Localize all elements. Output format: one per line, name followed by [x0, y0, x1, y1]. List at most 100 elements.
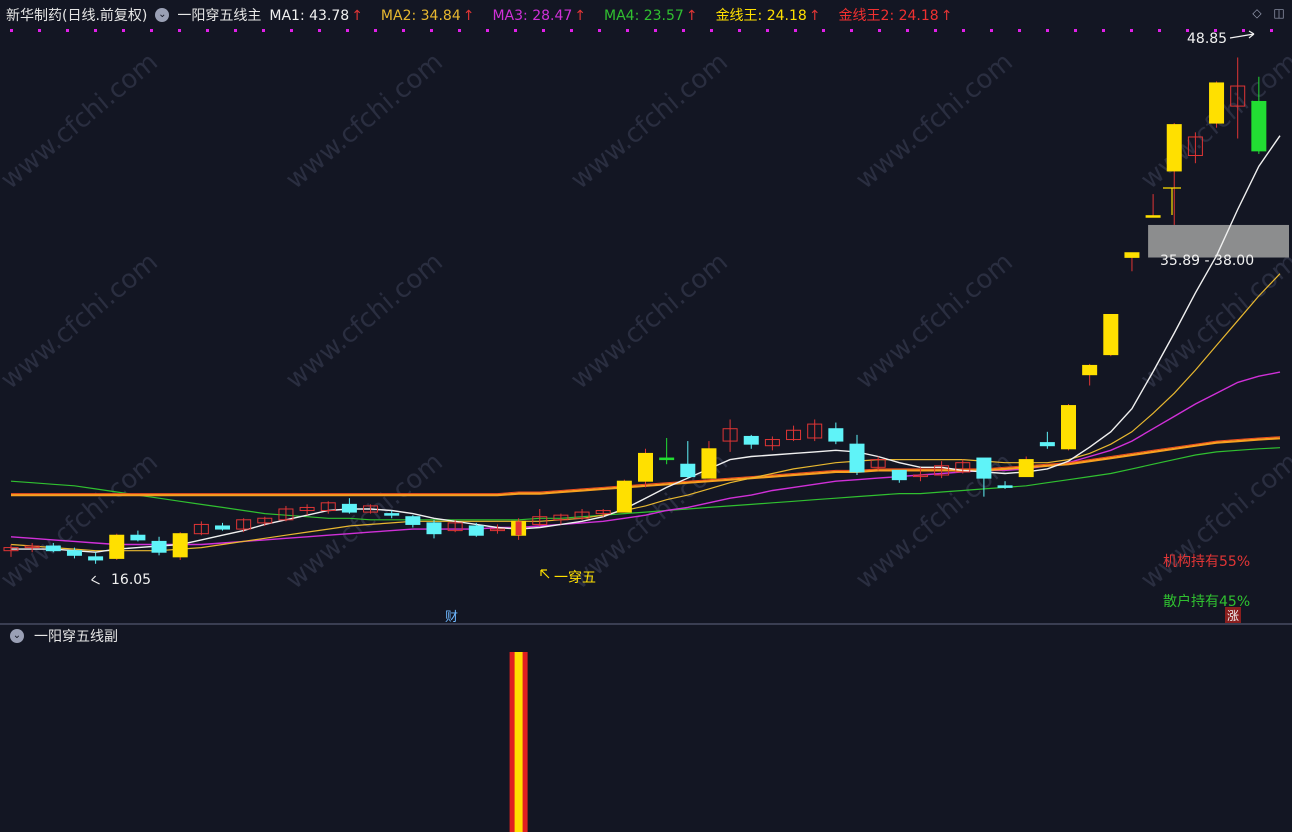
signal-dot — [290, 29, 293, 32]
main-chart[interactable]: www.cfchi.com www.cfchi.com www.cfchi.com w… — [0, 0, 1292, 623]
signal-dot — [878, 29, 881, 32]
candle-body — [426, 522, 442, 535]
candle-body — [151, 540, 167, 553]
signal-dot — [934, 29, 937, 32]
candle-body — [701, 448, 717, 479]
signal-dot — [1102, 29, 1105, 32]
candle-body — [215, 525, 230, 530]
signal-dot — [682, 29, 685, 32]
signal-arrow-icon — [540, 569, 550, 579]
signal-dot — [626, 29, 629, 32]
candle-body — [1166, 124, 1182, 172]
signal-dot — [206, 29, 209, 32]
candle-body — [384, 513, 400, 516]
candle-body — [891, 469, 907, 481]
candle-body — [88, 556, 104, 561]
signal-dot — [1158, 29, 1161, 32]
candle-body — [849, 443, 865, 473]
signal-dot — [710, 29, 713, 32]
candle-body — [45, 545, 61, 552]
low-label: 16.05 — [111, 572, 152, 588]
signal-dot — [178, 29, 181, 32]
candle-body — [1145, 215, 1161, 218]
candle-body — [172, 533, 188, 558]
candle-body — [1251, 100, 1267, 152]
signal-dot — [66, 29, 69, 32]
watermark-text: www.cfchi.com — [565, 47, 734, 195]
signal-dot — [1130, 29, 1133, 32]
candle-body — [341, 503, 357, 513]
candle-body — [997, 485, 1013, 488]
range-label: 35.89 - 38.00 — [1160, 253, 1255, 269]
signal-dot — [794, 29, 797, 32]
candle-body — [743, 435, 759, 445]
candle-body — [1209, 82, 1225, 124]
signal-dot — [38, 29, 41, 32]
rise-badge[interactable]: 涨 — [1225, 607, 1242, 624]
signal-dot — [234, 29, 237, 32]
watermark-text: www.cfchi.com — [0, 47, 164, 195]
signal-candle-core — [515, 521, 522, 536]
high-label: 48.85 — [1187, 31, 1228, 47]
signal-dot — [850, 29, 853, 32]
candle-body — [1103, 313, 1119, 356]
watermark-text: www.cfchi.com — [850, 247, 1019, 395]
signal-dot — [346, 29, 349, 32]
watermark-text: www.cfchi.com — [565, 247, 734, 395]
signal-dot — [402, 29, 405, 32]
watermark-text: www.cfchi.com — [1135, 247, 1292, 395]
signal-dot — [122, 29, 125, 32]
signal-dot — [822, 29, 825, 32]
signal-dot — [430, 29, 433, 32]
candle-body — [638, 452, 653, 482]
candle-body — [109, 534, 125, 559]
watermark-text: www.cfchi.com — [1135, 447, 1292, 595]
signal-dot — [738, 29, 741, 32]
signal-dot — [486, 29, 489, 32]
candle-body — [1039, 442, 1055, 447]
candle-body — [976, 457, 992, 479]
candle-body — [468, 525, 484, 536]
signal-dot — [150, 29, 153, 32]
candle-body — [66, 550, 82, 556]
signal-dot — [10, 29, 13, 32]
candle-body — [1124, 252, 1140, 258]
signal-dot — [1270, 29, 1273, 32]
signal-dot — [318, 29, 321, 32]
candle-body — [828, 428, 844, 442]
signal-dot — [766, 29, 769, 32]
candle-body — [616, 480, 632, 513]
low-arrow-icon — [91, 575, 100, 585]
signal-dot — [962, 29, 965, 32]
signal-dot — [514, 29, 517, 32]
signal-dot — [906, 29, 909, 32]
watermark: www.cfchi.com www.cfchi.com www.cfchi.com w… — [0, 47, 1292, 595]
signal-dot — [542, 29, 545, 32]
candle-body — [680, 463, 696, 478]
signal-dot — [570, 29, 573, 32]
candle-body — [1082, 364, 1098, 376]
signal-dot — [374, 29, 377, 32]
level-marker-icon — [1163, 187, 1181, 215]
signal-dot — [1074, 29, 1077, 32]
sub-signal-bars — [509, 652, 528, 832]
signal-dot — [598, 29, 601, 32]
dotted-signal-row — [10, 29, 1273, 32]
high-arrow-icon — [1229, 30, 1255, 39]
candle-body — [1061, 405, 1076, 450]
sub-chart[interactable] — [0, 625, 1292, 832]
institution-label: 机构持有55% — [1163, 554, 1251, 570]
signal-dot — [94, 29, 97, 32]
watermark-text: www.cfchi.com — [280, 47, 449, 195]
signal-dot — [458, 29, 461, 32]
signal-dot — [1018, 29, 1021, 32]
candle-body — [130, 534, 146, 541]
watermark-text: www.cfchi.com — [280, 247, 449, 395]
signal-label: 一穿五 — [554, 570, 596, 586]
candle-body — [659, 457, 675, 461]
candle-body — [405, 516, 421, 525]
candle-body — [1018, 459, 1034, 478]
watermark-text: www.cfchi.com — [0, 247, 164, 395]
signal-dot — [1046, 29, 1049, 32]
signal-dot — [990, 29, 993, 32]
